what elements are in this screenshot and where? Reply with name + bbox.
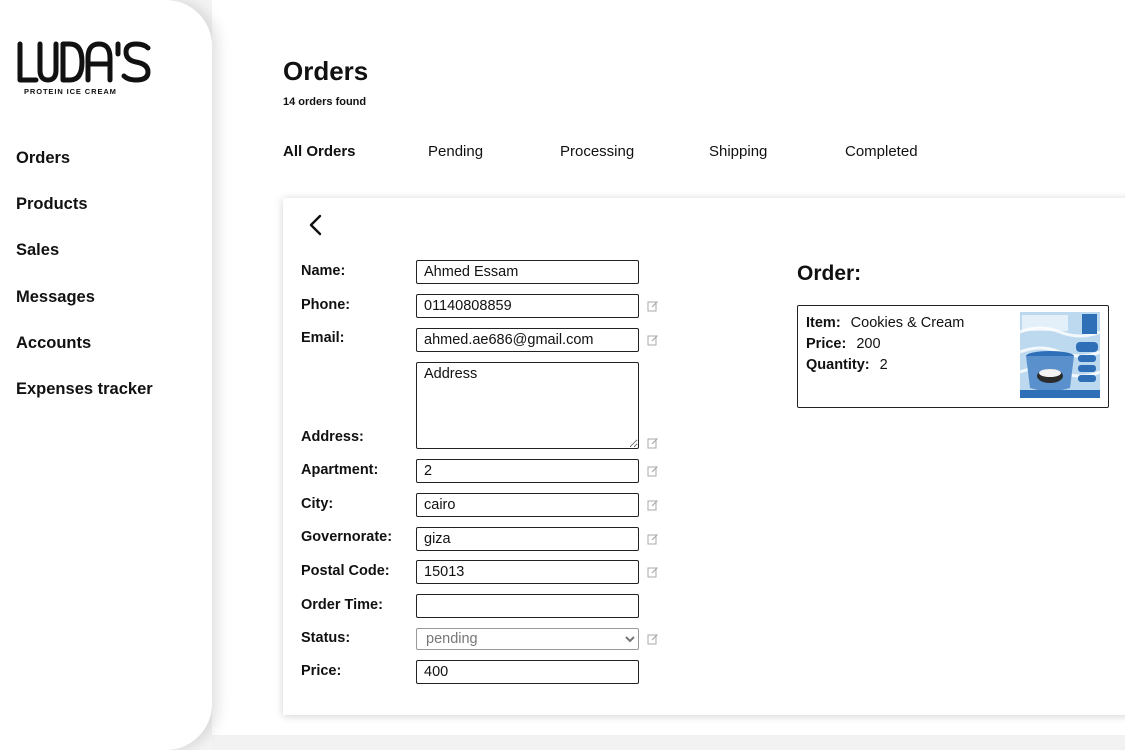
price-field[interactable]: [416, 660, 639, 684]
address-field[interactable]: [416, 362, 639, 449]
sidebar-item-accounts[interactable]: Accounts: [16, 333, 153, 379]
chevron-left-icon[interactable]: [305, 212, 327, 238]
page-title: Orders: [283, 56, 369, 86]
bottom-strip: [212, 735, 1125, 750]
tab-shipping[interactable]: Shipping: [709, 143, 767, 160]
address-edit-icon[interactable]: [647, 437, 659, 449]
tab-pending[interactable]: Pending: [428, 143, 483, 160]
city-field[interactable]: [416, 493, 639, 517]
orders-count: 14 orders found: [283, 96, 367, 108]
apartment-edit-icon[interactable]: [647, 465, 659, 477]
city-label: City:: [301, 496, 334, 512]
order-detail-card: Name: Phone: Email: Address:: [283, 198, 1125, 715]
email-edit-icon[interactable]: [647, 334, 659, 346]
sidebar-nav: Orders Products Sales Messages Accounts …: [16, 148, 153, 425]
name-label: Name:: [301, 263, 346, 279]
tab-all-orders[interactable]: All Orders: [283, 143, 356, 160]
order-item-row: Item: Cookies & Cream: [806, 315, 964, 331]
apartment-field[interactable]: [416, 459, 639, 483]
product-thumbnail-image: [1020, 312, 1100, 398]
order-quantity-row: Quantity: 2: [806, 357, 888, 373]
tab-processing[interactable]: Processing: [560, 143, 634, 160]
sidebar: PROTEIN ICE CREAM Orders Products Sales …: [0, 0, 212, 750]
name-field[interactable]: [416, 260, 639, 284]
order-price-value: 200: [856, 336, 881, 352]
sidebar-item-products[interactable]: Products: [16, 194, 153, 240]
main-content: Orders 14 orders found All Orders Pendin…: [212, 0, 1125, 750]
order-price-row: Price: 200: [806, 336, 881, 352]
sidebar-item-sales[interactable]: Sales: [16, 240, 153, 286]
governorate-edit-icon[interactable]: [647, 533, 659, 545]
phone-field[interactable]: [416, 294, 639, 318]
apartment-label: Apartment:: [301, 462, 379, 478]
order-item-label: Item:: [806, 315, 841, 331]
order-title: Order:: [797, 262, 862, 285]
governorate-label: Governorate:: [301, 529, 393, 545]
order-quantity-label: Quantity:: [806, 357, 870, 373]
governorate-field[interactable]: [416, 527, 639, 551]
postal-code-edit-icon[interactable]: [647, 566, 659, 578]
email-field[interactable]: [416, 328, 639, 352]
order-price-label: Price:: [806, 336, 847, 352]
app: PROTEIN ICE CREAM Orders Products Sales …: [0, 0, 1125, 750]
address-label: Address:: [301, 429, 364, 445]
status-select[interactable]: pending: [416, 628, 639, 650]
order-time-label: Order Time:: [301, 597, 383, 613]
status-label: Status:: [301, 630, 351, 646]
sidebar-item-expenses-tracker[interactable]: Expenses tracker: [16, 379, 153, 425]
email-label: Email:: [301, 330, 345, 346]
phone-label: Phone:: [301, 297, 351, 313]
order-time-field[interactable]: [416, 594, 639, 618]
status-edit-icon[interactable]: [647, 633, 659, 645]
postal-code-label: Postal Code:: [301, 563, 390, 579]
order-item-card: Item: Cookies & Cream Price: 200 Quantity:…: [797, 305, 1109, 408]
order-quantity-value: 2: [879, 357, 888, 373]
city-edit-icon[interactable]: [647, 499, 659, 511]
sidebar-item-messages[interactable]: Messages: [16, 287, 153, 333]
postal-code-field[interactable]: [416, 560, 639, 584]
brand-tagline: PROTEIN ICE CREAM: [24, 87, 117, 96]
sidebar-item-orders[interactable]: Orders: [16, 148, 153, 194]
tab-completed[interactable]: Completed: [845, 143, 918, 160]
phone-edit-icon[interactable]: [647, 300, 659, 312]
price-label: Price:: [301, 663, 342, 679]
order-item-value: Cookies & Cream: [850, 315, 965, 331]
